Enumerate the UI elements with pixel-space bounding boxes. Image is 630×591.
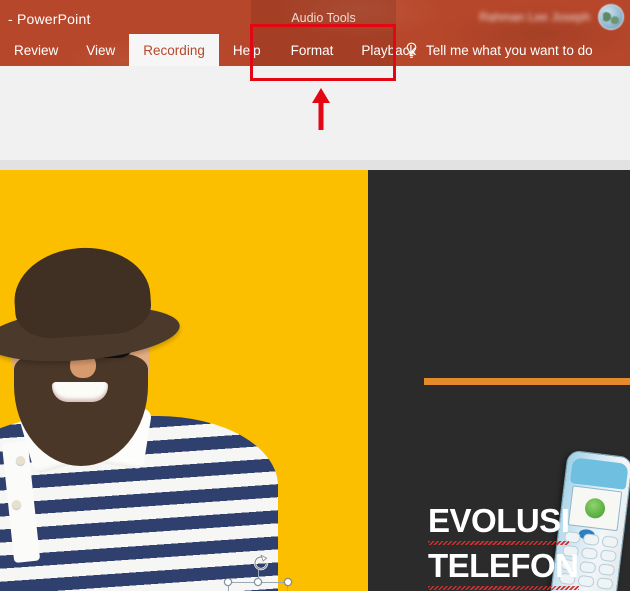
photo-hat-crown xyxy=(11,243,153,341)
slide-headline[interactable]: EVOLUSI TELEFON MUDAH ALIH xyxy=(428,498,630,591)
photo-shirt-button-top xyxy=(16,456,25,465)
tab-review[interactable]: Review xyxy=(0,34,72,66)
tab-help-label: Help xyxy=(232,42,261,58)
audio-object-selection[interactable] xyxy=(224,554,292,591)
headline-line-1: EVOLUSI xyxy=(428,498,570,545)
photo-mouth xyxy=(52,382,108,402)
powerpoint-window: - PowerPoint Audio Tools Rahman Lee Jose… xyxy=(0,0,630,591)
photo-shirt-button-bottom xyxy=(12,500,21,509)
contextual-group-title: Audio Tools xyxy=(291,11,356,25)
tab-review-label: Review xyxy=(14,42,59,58)
tab-view[interactable]: View xyxy=(72,34,129,66)
slide-accent-bar xyxy=(424,378,630,385)
tab-format-label: Format xyxy=(290,42,334,58)
ribbon-header: - PowerPoint Audio Tools Rahman Lee Jose… xyxy=(0,0,630,66)
resize-handle-tc[interactable] xyxy=(254,578,262,586)
ribbon-tab-strip: Review View Recording Help Format Playba… xyxy=(0,34,428,66)
window-title: - PowerPoint xyxy=(8,11,91,27)
resize-handle-tl[interactable] xyxy=(224,578,232,586)
tab-recording-label: Recording xyxy=(143,42,205,58)
tell-me-search[interactable]: Tell me what you want to do xyxy=(404,34,593,66)
tab-view-label: View xyxy=(86,42,116,58)
tell-me-label: Tell me what you want to do xyxy=(426,42,593,58)
tab-format[interactable]: Format xyxy=(275,34,350,66)
workspace-divider xyxy=(0,160,630,170)
headline-line-2: TELEFON xyxy=(428,543,579,590)
slide-photo-panel xyxy=(0,170,368,591)
tab-help[interactable]: Help xyxy=(219,34,275,66)
phone-top-cap xyxy=(569,457,629,490)
photo-bearded-man xyxy=(0,204,308,591)
slide-canvas[interactable]: EVOLUSI TELEFON MUDAH ALIH Teknologi mud… xyxy=(0,170,630,591)
ribbon-content-area xyxy=(0,66,630,170)
resize-handle-tr[interactable] xyxy=(284,578,292,586)
lightbulb-icon xyxy=(404,42,419,59)
rotate-handle-icon[interactable] xyxy=(252,554,270,572)
account-name: Rahman Lee Joseph xyxy=(479,10,590,24)
tab-recording[interactable]: Recording xyxy=(129,34,219,66)
avatar[interactable] xyxy=(598,4,624,30)
